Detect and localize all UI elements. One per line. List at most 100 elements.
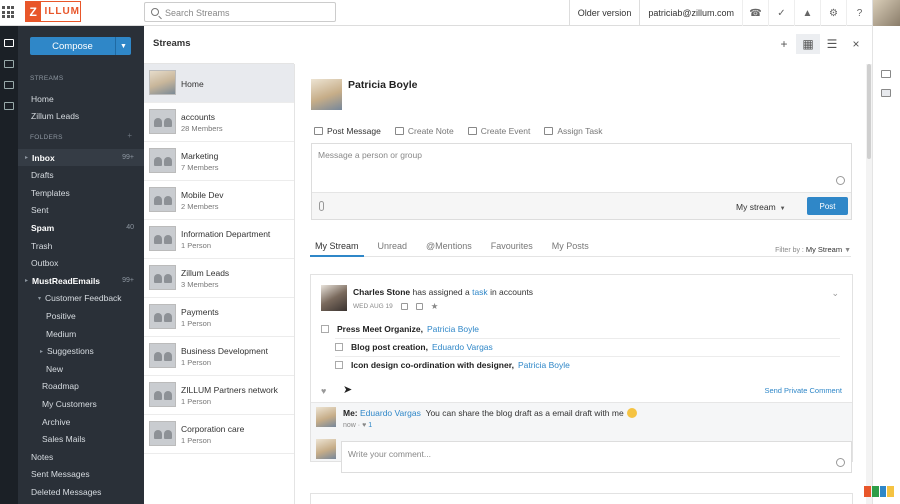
stream-group-row[interactable]: Home xyxy=(144,64,294,103)
task-checkbox[interactable] xyxy=(335,343,343,351)
compose-button[interactable]: Compose ▼ xyxy=(30,37,131,55)
tag-icon[interactable] xyxy=(415,303,423,310)
stream-group-row[interactable]: Marketing 7 Members xyxy=(144,142,294,181)
notes-icon[interactable] xyxy=(4,102,14,110)
message-input[interactable] xyxy=(312,144,851,191)
sidebar-item-notes[interactable]: Notes xyxy=(18,448,144,465)
chevron-right-icon[interactable]: ▸ xyxy=(25,277,28,284)
tab-unread[interactable]: Unread xyxy=(373,237,413,257)
heart-icon[interactable]: ♥ xyxy=(321,386,326,396)
chevron-right-icon[interactable]: ▾ xyxy=(38,295,41,302)
task-link[interactable]: task xyxy=(472,287,488,297)
heart-icon[interactable]: ♥ xyxy=(362,422,366,429)
stream-group-row[interactable]: Corporation care 1 Person xyxy=(144,415,294,454)
sidebar-item-archive[interactable]: Archive xyxy=(18,413,144,430)
gear-icon[interactable]: ⚙ xyxy=(820,0,846,26)
profile-avatar[interactable] xyxy=(311,79,342,110)
app-rail xyxy=(0,26,18,504)
people-icon xyxy=(153,429,172,439)
streams-header-bar: Streams xyxy=(144,26,294,64)
stream-group-row[interactable]: Zillum Leads 3 Members xyxy=(144,259,294,298)
post-message-tab[interactable]: Post Message xyxy=(314,126,381,136)
stream-group-row[interactable]: accounts 28 Members xyxy=(144,103,294,142)
mail-icon[interactable] xyxy=(881,70,891,78)
chevron-right-icon[interactable]: ▸ xyxy=(25,154,28,161)
avatar[interactable] xyxy=(316,407,336,427)
task-checkbox[interactable] xyxy=(321,325,329,333)
stream-group-row[interactable]: ZILLUM Partners network 1 Person xyxy=(144,376,294,415)
sidebar-item-spam[interactable]: Spam 40 xyxy=(18,219,144,236)
sidebar-item-inbox[interactable]: ▸ Inbox 99+ xyxy=(18,149,144,166)
create-note-tab[interactable]: Create Note xyxy=(394,126,454,136)
group-icon xyxy=(149,265,176,290)
zillum-logo[interactable]: Z ILLUM xyxy=(25,1,81,22)
sidebar-item-drafts[interactable]: Drafts xyxy=(18,167,144,184)
create-event-tab[interactable]: Create Event xyxy=(467,126,530,136)
post-button[interactable]: Post xyxy=(807,197,848,215)
list-view-icon[interactable]: ☰ xyxy=(820,34,844,54)
add-icon[interactable]: + xyxy=(772,34,796,54)
grid-view-icon[interactable]: ▦ xyxy=(796,34,820,54)
tab-my-posts[interactable]: My Posts xyxy=(547,237,594,257)
sidebar-item-home[interactable]: Home xyxy=(18,90,144,107)
tasks-rail-icon[interactable] xyxy=(4,81,14,89)
sidebar-item-deleted-messages[interactable]: Deleted Messages xyxy=(18,483,144,500)
stream-group-row[interactable]: Information Department 1 Person xyxy=(144,220,294,259)
sidebar-item-my-customers[interactable]: My Customers xyxy=(18,395,144,412)
chevron-down-icon[interactable]: ⌄ xyxy=(831,288,839,299)
app-grid-icon[interactable] xyxy=(2,6,14,18)
sidebar-item-zillum-leads[interactable]: Zillum Leads xyxy=(18,107,144,124)
search-input[interactable] xyxy=(165,6,330,19)
sidebar-item-new[interactable]: New xyxy=(18,360,144,377)
older-version-link[interactable]: Older version xyxy=(568,0,640,26)
sidebar-item-sales-mails[interactable]: Sales Mails xyxy=(18,431,144,448)
scrollbar-thumb[interactable] xyxy=(867,64,871,159)
contacts-icon[interactable]: ☎ xyxy=(742,0,768,26)
filter-select[interactable]: Filter by : My Stream ▼ xyxy=(775,245,851,254)
sidebar-item-sent-messages[interactable]: Sent Messages xyxy=(18,466,144,483)
chevron-down-icon[interactable]: ▼ xyxy=(115,37,131,55)
sidebar-item-positive[interactable]: Positive xyxy=(18,307,144,324)
sidebar-item-suggestions[interactable]: ▸ Suggestions xyxy=(18,343,144,360)
star-icon[interactable]: ★ xyxy=(431,301,439,312)
close-icon[interactable]: × xyxy=(844,34,868,54)
tab-mentions[interactable]: @Mentions xyxy=(421,237,477,257)
group-member-count: 1 Person xyxy=(181,436,212,445)
sidebar-item-mustreademails[interactable]: ▸ MustReadEmails 99+ xyxy=(18,272,144,289)
sidebar-item-sent[interactable]: Sent xyxy=(18,202,144,219)
stream-group-row[interactable]: Mobile Dev 2 Members xyxy=(144,181,294,220)
comment-input[interactable] xyxy=(348,448,818,460)
help-icon[interactable]: ? xyxy=(846,0,872,26)
sidebar-item-medium[interactable]: Medium xyxy=(18,325,144,342)
assign-task-tab[interactable]: Assign Task xyxy=(544,126,603,136)
stream-group-row[interactable]: Business Development 1 Person xyxy=(144,337,294,376)
tab-my-stream[interactable]: My Stream xyxy=(310,237,364,257)
stream-select[interactable]: My stream ▼ xyxy=(736,202,786,212)
group-icon xyxy=(149,148,176,173)
user-avatar[interactable] xyxy=(872,0,900,26)
attachment-icon[interactable] xyxy=(319,201,324,211)
chevron-right-icon[interactable]: ▸ xyxy=(40,348,43,355)
user-email[interactable]: patriciab@zillum.com xyxy=(639,0,742,26)
bell-icon[interactable]: ▲ xyxy=(794,0,820,26)
search-box[interactable] xyxy=(144,2,336,22)
sidebar-item-roadmap[interactable]: Roadmap xyxy=(18,378,144,395)
sidebar-item-customer-feedback[interactable]: ▾ Customer Feedback xyxy=(18,290,144,307)
calendar-icon[interactable] xyxy=(4,60,14,68)
emoji-icon[interactable] xyxy=(836,176,845,185)
tasks-icon[interactable]: ✓ xyxy=(768,0,794,26)
stream-content: Patricia Boyle Post Message Create Note … xyxy=(295,64,866,504)
calendar-icon[interactable] xyxy=(400,303,408,310)
mail-icon[interactable] xyxy=(4,39,14,47)
send-private-comment-link[interactable]: Send Private Comment xyxy=(764,386,842,395)
stream-group-row[interactable]: Payments 1 Person xyxy=(144,298,294,337)
contacts-icon[interactable] xyxy=(881,89,891,97)
sidebar-item-templates[interactable]: Templates xyxy=(18,184,144,201)
emoji-icon[interactable] xyxy=(836,458,845,467)
task-checkbox[interactable] xyxy=(335,361,343,369)
add-folder-icon[interactable]: + xyxy=(127,131,132,140)
tab-favourites[interactable]: Favourites xyxy=(486,237,538,257)
sidebar-item-outbox[interactable]: Outbox xyxy=(18,255,144,272)
sidebar-item-trash[interactable]: Trash xyxy=(18,237,144,254)
author-avatar[interactable] xyxy=(321,285,347,311)
